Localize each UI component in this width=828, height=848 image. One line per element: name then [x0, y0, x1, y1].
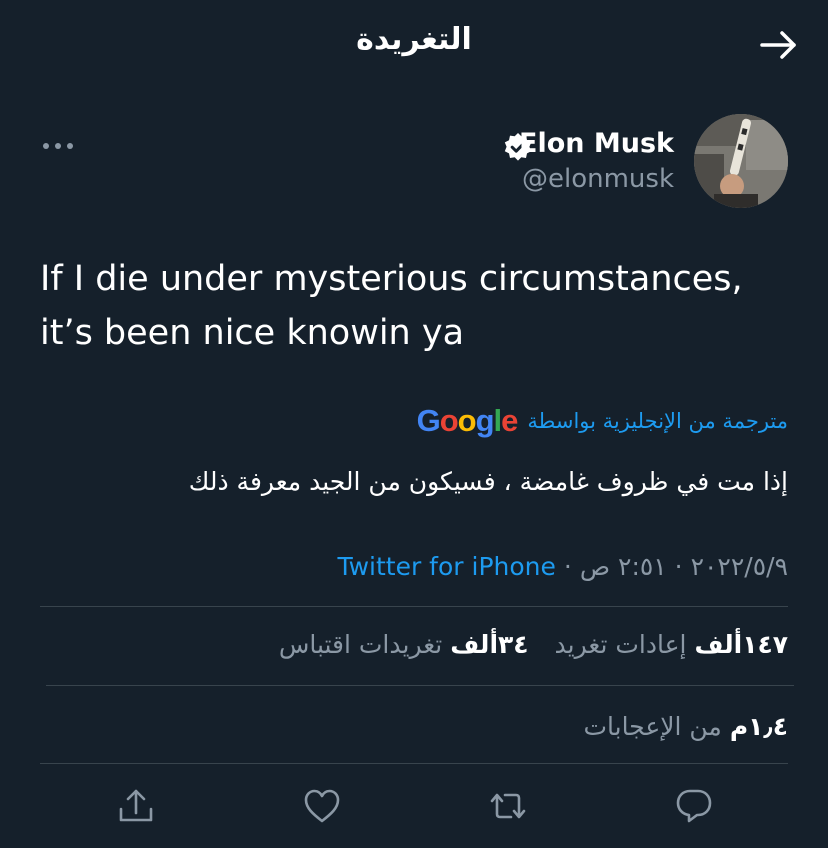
avatar-photo [694, 114, 788, 208]
engagement-stats: ١٤٧ألف إعادات تغريد ٣٤ألف تغريدات اقتباس [279, 622, 788, 666]
tweet-detail-screen: التغريدة Elon Musk @elonmusk If I die un… [0, 0, 828, 848]
google-logo: Google [416, 403, 519, 438]
share-icon [119, 789, 153, 822]
source-link[interactable]: Twitter for iPhone [337, 552, 555, 581]
back-button[interactable] [752, 24, 806, 66]
retweets-count: ١٤٧ألف [694, 629, 788, 659]
share-button[interactable] [112, 782, 160, 830]
author-name[interactable]: Elon Musk [519, 128, 674, 159]
likes-stat-inner: ١٫٤م من الإعجابات [583, 712, 788, 741]
divider [40, 606, 788, 607]
retweets-stat[interactable]: ١٤٧ألف إعادات تغريد [555, 630, 788, 659]
action-bar [0, 776, 828, 836]
avatar[interactable] [694, 114, 788, 208]
retweet-button[interactable] [484, 782, 532, 830]
tweet-text-line: it’s been nice knowin ya [40, 313, 465, 353]
divider [40, 763, 788, 764]
translated-label: مترجمة من الإنجليزية بواسطة [527, 409, 788, 433]
tweet-text-line: If I die under mysterious circumstances, [40, 259, 743, 299]
timestamp[interactable]: ٢٠٢٢/٥/٩ · ٢:٥١ ص [580, 552, 788, 581]
likes-label: من الإعجابات [583, 711, 722, 741]
tweet-meta: Twitter for iPhone · ٢٠٢٢/٥/٩ · ٢:٥١ ص [337, 546, 788, 586]
quotes-stat[interactable]: ٣٤ألف تغريدات اقتباس [279, 630, 529, 659]
likes-stat[interactable]: ١٫٤م من الإعجابات [583, 704, 788, 748]
retweets-label: إعادات تغريد [554, 629, 687, 659]
likes-count: ١٫٤م [729, 711, 788, 741]
like-button[interactable] [298, 782, 346, 830]
author-handle[interactable]: @elonmusk [522, 164, 674, 194]
arrow-right-icon [760, 31, 796, 59]
like-heart-icon [304, 789, 340, 823]
reply-button[interactable] [670, 782, 718, 830]
more-options-button[interactable] [40, 136, 78, 156]
tweet-text: If I die under mysterious circumstances,… [40, 252, 800, 360]
more-dots-icon [43, 143, 73, 149]
top-bar: التغريدة [0, 0, 828, 88]
quotes-label: تغريدات اقتباس [278, 629, 443, 659]
quotes-count: ٣٤ألف [450, 629, 529, 659]
retweet-icon [490, 793, 526, 819]
divider [46, 685, 794, 686]
reply-icon [676, 789, 712, 823]
translated-text: إذا مت في ظروف غامضة ، فسيكون من الجيد م… [188, 467, 788, 496]
page-title: التغريدة [356, 22, 472, 57]
translation-attribution: مترجمة من الإنجليزية بواسطة Google [417, 402, 788, 440]
meta-separator: · [563, 551, 572, 581]
